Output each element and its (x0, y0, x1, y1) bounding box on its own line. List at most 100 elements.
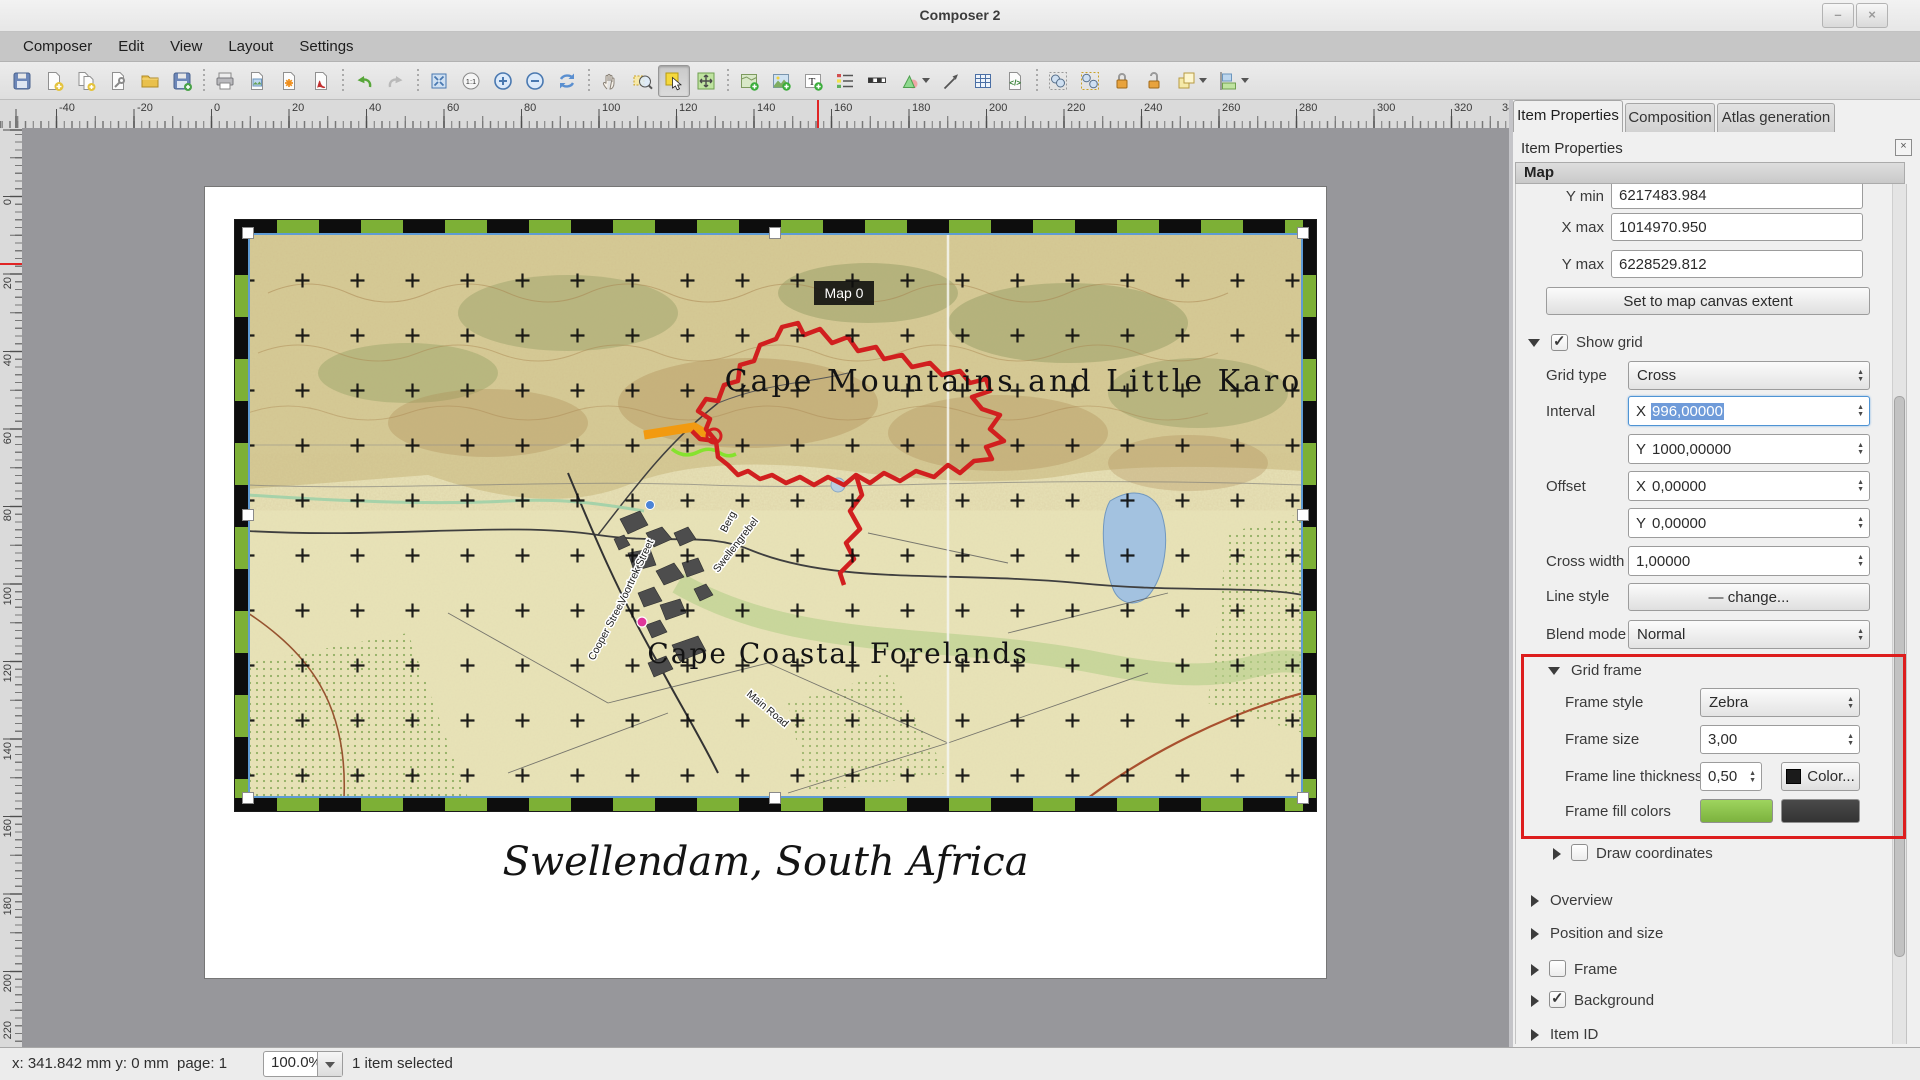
undo-icon[interactable] (348, 65, 380, 97)
refresh-icon[interactable] (551, 65, 583, 97)
export-svg-icon[interactable] (273, 65, 305, 97)
section-item-id[interactable]: Item ID (1550, 1026, 1598, 1043)
frame-fill-color-1-button[interactable] (1700, 799, 1773, 823)
spinner-icon[interactable] (1857, 516, 1864, 530)
resize-handle-sw[interactable] (242, 792, 254, 804)
spinner-icon[interactable] (1749, 770, 1756, 784)
zoom-1-1-icon[interactable]: 1:1 (455, 65, 487, 97)
resize-handle-w[interactable] (242, 509, 254, 521)
add-table-icon[interactable] (967, 65, 999, 97)
zoom-level-select[interactable]: 100.0% (263, 1051, 343, 1077)
spinner-icon[interactable] (1857, 442, 1864, 456)
duplicate-composition-icon[interactable] (70, 65, 102, 97)
section-position-and-size[interactable]: Position and size (1550, 925, 1663, 942)
new-composition-icon[interactable] (38, 65, 70, 97)
section-background[interactable]: Background (1574, 992, 1654, 1009)
map-caption-label[interactable]: Swellendam, South Africa (205, 839, 1326, 885)
save-as-template-icon[interactable] (166, 65, 198, 97)
close-button[interactable]: × (1856, 3, 1888, 28)
frame-line-thickness-field[interactable]: 0,50 (1700, 762, 1762, 791)
frame-fill-color-2-button[interactable] (1781, 799, 1860, 823)
expand-arrow-icon[interactable] (1531, 928, 1539, 940)
add-arrow-icon[interactable] (935, 65, 967, 97)
resize-handle-ne[interactable] (1297, 227, 1309, 239)
interval-x-field[interactable]: X996,00000 (1628, 396, 1870, 426)
align-items-icon[interactable] (1212, 65, 1254, 97)
resize-handle-n[interactable] (769, 227, 781, 239)
expand-arrow-icon[interactable] (1531, 895, 1539, 907)
tab-atlas-generation[interactable]: Atlas generation (1717, 103, 1835, 132)
add-image-icon[interactable] (765, 65, 797, 97)
add-label-icon[interactable]: T (797, 65, 829, 97)
background-checkbox[interactable] (1549, 991, 1566, 1008)
chevron-down-icon[interactable] (317, 1052, 342, 1076)
offset-y-field[interactable]: Y0,00000 (1628, 508, 1870, 538)
composer-manager-icon[interactable] (102, 65, 134, 97)
show-grid-checkbox[interactable] (1551, 334, 1568, 351)
open-icon[interactable] (134, 65, 166, 97)
section-frame[interactable]: Frame (1574, 961, 1617, 978)
collapse-arrow-icon[interactable] (1528, 339, 1540, 347)
offset-x-field[interactable]: X0,00000 (1628, 471, 1870, 501)
lock-items-icon[interactable] (1106, 65, 1138, 97)
zoom-out-icon[interactable] (519, 65, 551, 97)
resize-handle-nw[interactable] (242, 227, 254, 239)
menu-view[interactable]: View (157, 32, 215, 62)
blend-mode-select[interactable]: Normal (1628, 620, 1870, 649)
group-items-icon[interactable] (1042, 65, 1074, 97)
print-icon[interactable] (209, 65, 241, 97)
save-icon[interactable] (6, 65, 38, 97)
zoom-region-icon[interactable] (626, 65, 658, 97)
expand-arrow-icon[interactable] (1531, 995, 1539, 1007)
resize-handle-se[interactable] (1297, 792, 1309, 804)
export-pdf-icon[interactable] (305, 65, 337, 97)
tab-composition[interactable]: Composition (1625, 103, 1715, 132)
spinner-icon[interactable] (1857, 628, 1864, 642)
map-preview[interactable]: Cooper Street Voortrek Street Swellengre… (248, 233, 1303, 798)
set-extent-button[interactable]: Set to map canvas extent (1546, 287, 1870, 315)
frame-color-button[interactable]: Color... (1781, 762, 1860, 791)
frame-size-field[interactable]: 3,00 (1700, 725, 1860, 754)
menu-composer[interactable]: Composer (10, 32, 105, 62)
raise-items-icon[interactable] (1170, 65, 1212, 97)
add-legend-icon[interactable] (829, 65, 861, 97)
close-panel-icon[interactable]: × (1895, 139, 1912, 156)
spinner-icon[interactable] (1857, 479, 1864, 493)
redo-icon[interactable] (380, 65, 412, 97)
select-move-item-icon[interactable] (658, 65, 690, 97)
frame-style-select[interactable]: Zebra (1700, 688, 1860, 717)
add-html-icon[interactable]: </> (999, 65, 1031, 97)
menu-edit[interactable]: Edit (105, 32, 157, 62)
spinner-icon[interactable] (1847, 733, 1854, 747)
add-scalebar-icon[interactable] (861, 65, 893, 97)
composer-canvas[interactable]: Swellendam, South Africa (22, 128, 1509, 1047)
pan-icon[interactable] (594, 65, 626, 97)
add-shape-icon[interactable] (893, 65, 935, 97)
minimize-button[interactable]: – (1822, 3, 1854, 28)
zoom-full-icon[interactable] (423, 65, 455, 97)
grid-type-select[interactable]: Cross (1628, 361, 1870, 390)
panel-scrollbar[interactable] (1892, 184, 1907, 1044)
expand-arrow-icon[interactable] (1531, 964, 1539, 976)
spinner-icon[interactable] (1857, 404, 1864, 418)
move-item-content-icon[interactable] (690, 65, 722, 97)
ymax-field[interactable]: 6228529.812 (1611, 250, 1863, 278)
draw-coordinates-checkbox[interactable] (1571, 844, 1588, 861)
ymin-field[interactable]: 6217483.984 (1611, 184, 1863, 209)
line-style-change-button[interactable]: — change... (1628, 583, 1870, 611)
add-map-icon[interactable] (733, 65, 765, 97)
collapse-arrow-icon[interactable] (1548, 667, 1560, 675)
expand-arrow-icon[interactable] (1531, 1029, 1539, 1041)
spinner-icon[interactable] (1847, 696, 1854, 710)
menu-settings[interactable]: Settings (286, 32, 366, 62)
map-item[interactable]: Cooper Street Voortrek Street Swellengre… (235, 220, 1316, 811)
cross-width-field[interactable]: 1,00000 (1628, 546, 1870, 576)
resize-handle-e[interactable] (1297, 509, 1309, 521)
expand-arrow-icon[interactable] (1553, 848, 1561, 860)
menu-layout[interactable]: Layout (215, 32, 286, 62)
interval-y-field[interactable]: Y1000,00000 (1628, 434, 1870, 464)
spinner-icon[interactable] (1857, 369, 1864, 383)
ungroup-items-icon[interactable] (1074, 65, 1106, 97)
frame-checkbox[interactable] (1549, 960, 1566, 977)
tab-item-properties[interactable]: Item Properties (1513, 100, 1623, 132)
